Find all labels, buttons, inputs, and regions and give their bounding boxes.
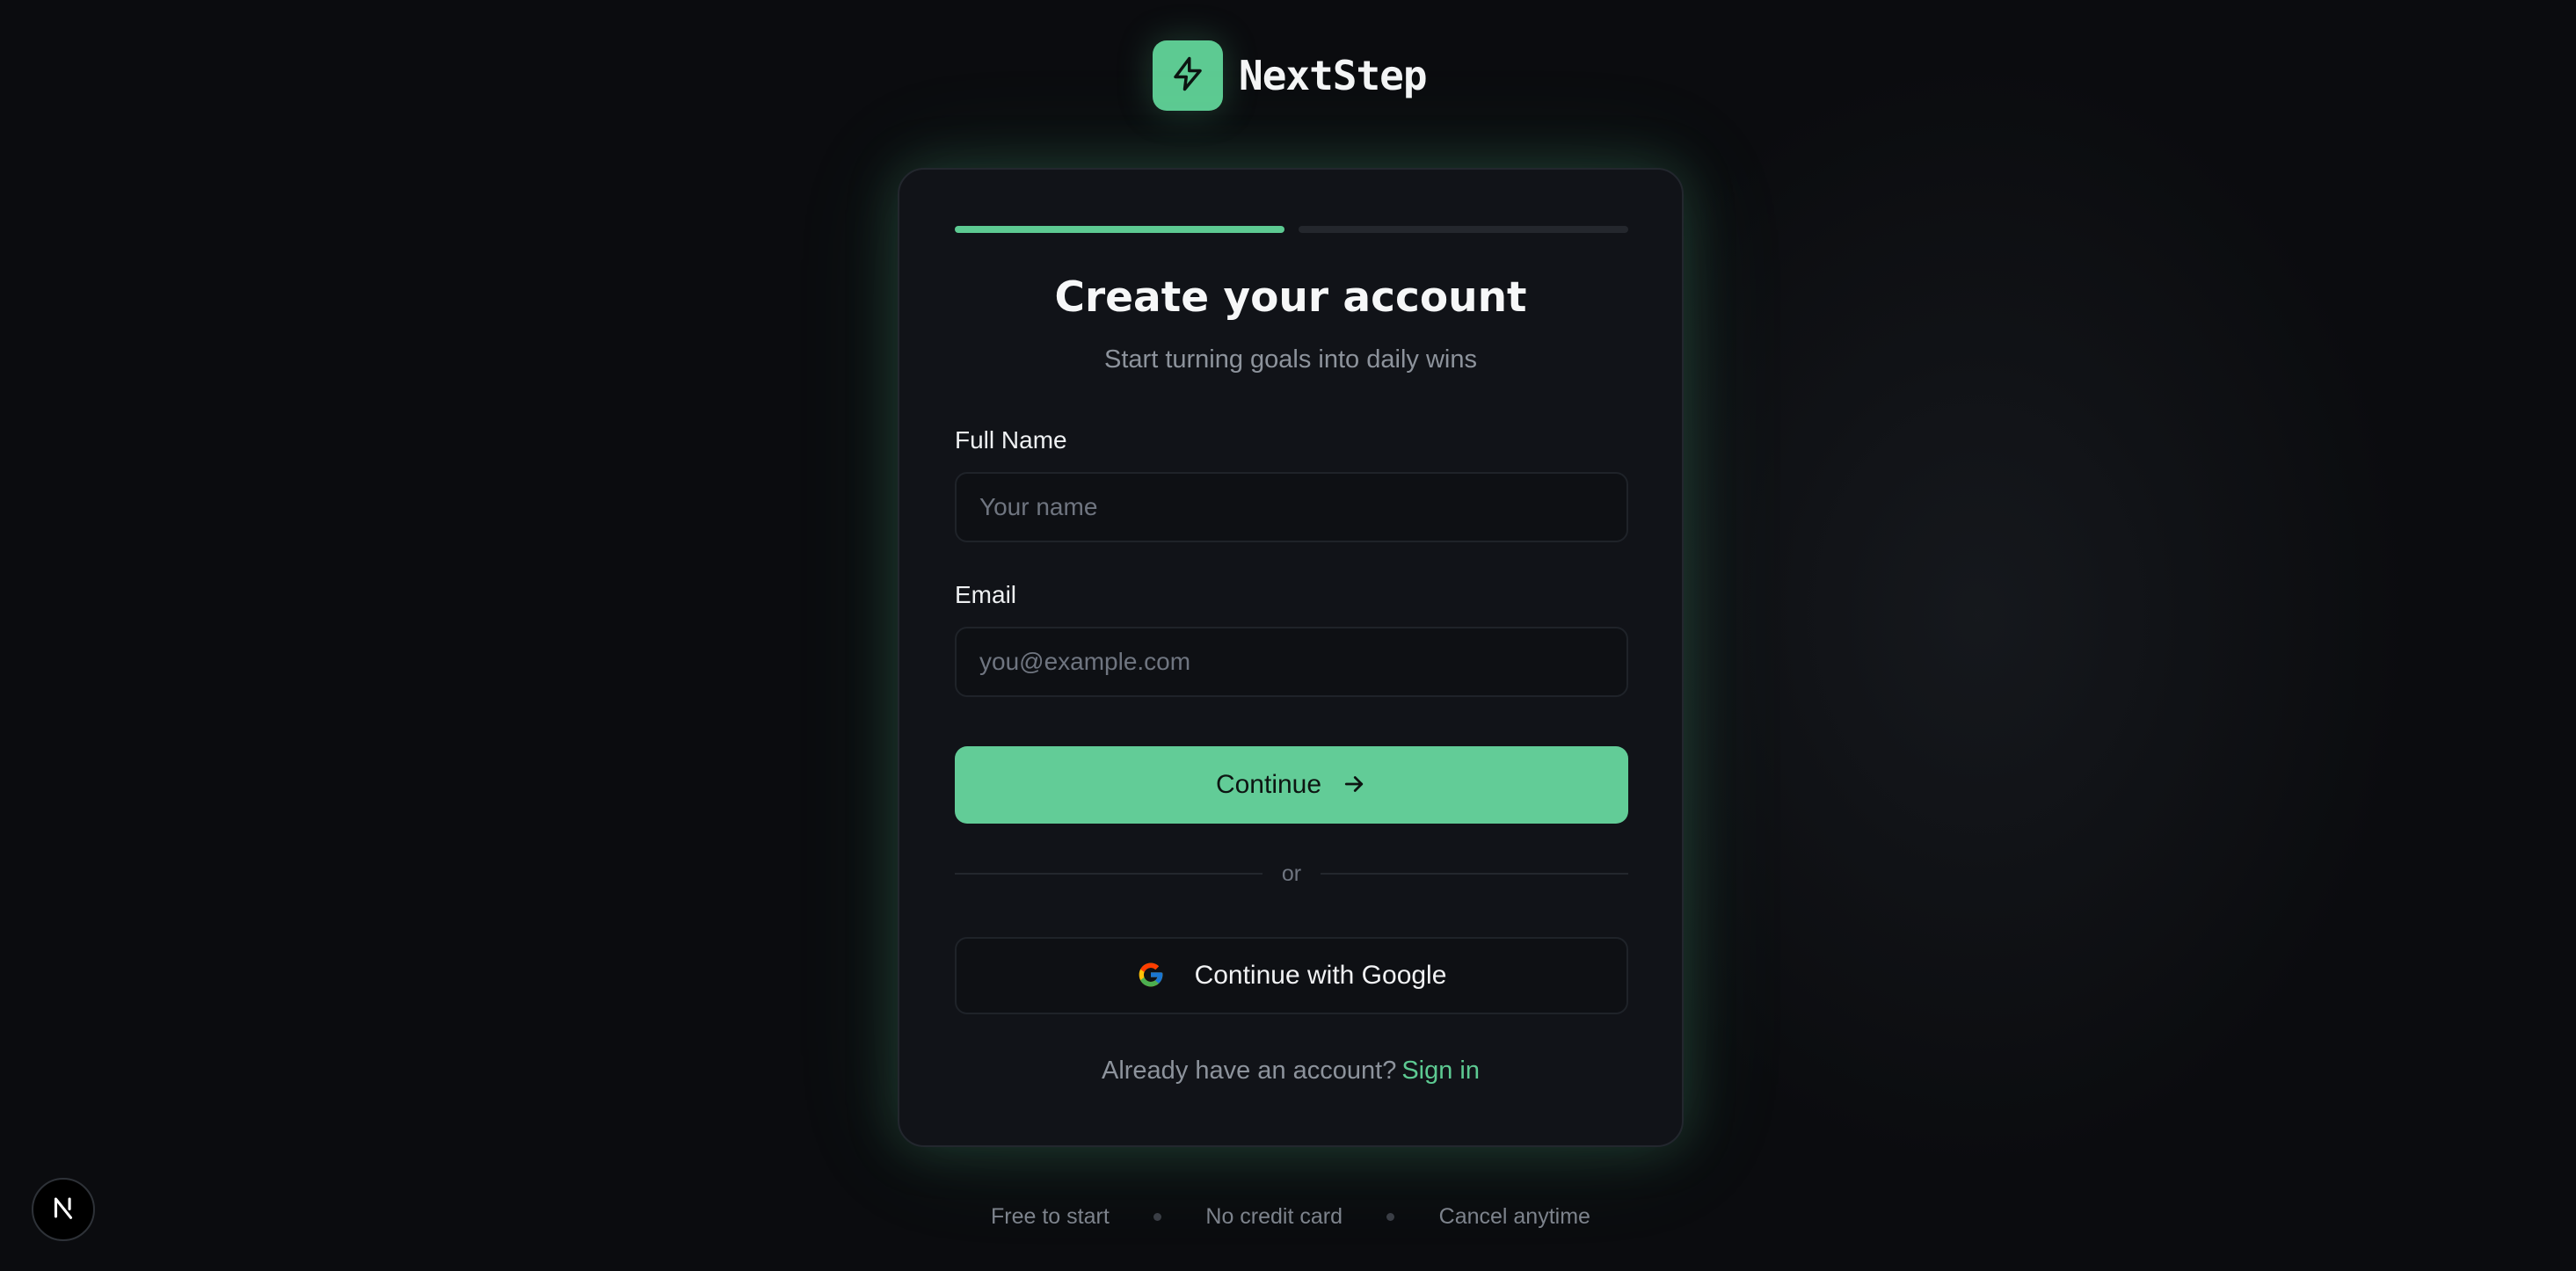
feature-footer: Free to start No credit card Cancel anyt… xyxy=(991,1204,1590,1230)
google-icon xyxy=(1137,961,1165,991)
footer-item-cancel: Cancel anytime xyxy=(1438,1204,1590,1229)
signin-prompt: Already have an account? xyxy=(1101,1057,1397,1085)
signup-card: Create your account Start turning goals … xyxy=(898,168,1684,1147)
progress-step-2 xyxy=(1299,226,1628,233)
google-signin-button[interactable]: Continue with Google xyxy=(955,937,1628,1014)
divider-text: or xyxy=(1281,861,1302,886)
page-title: Create your account xyxy=(1054,273,1527,322)
divider-line-right xyxy=(1321,873,1629,875)
page-subtitle: Start turning goals into daily wins xyxy=(1104,345,1477,374)
full-name-label: Full Name xyxy=(955,426,1067,454)
progress-step-1 xyxy=(955,226,1284,233)
brand-name: NextStep xyxy=(1239,52,1428,99)
continue-button-label: Continue xyxy=(1215,770,1322,799)
full-name-input[interactable] xyxy=(955,472,1628,542)
signin-link[interactable]: Sign in xyxy=(1401,1057,1480,1085)
brand-logo xyxy=(1153,40,1223,111)
email-label: Email xyxy=(955,581,1017,608)
footer-item-free: Free to start xyxy=(991,1204,1110,1229)
divider-line-left xyxy=(955,873,1263,875)
google-button-label: Continue with Google xyxy=(1194,961,1447,990)
arrow-right-icon xyxy=(1341,771,1367,800)
signin-row: Already have an account? Sign in xyxy=(899,1057,1682,1086)
next-logo-icon xyxy=(48,1193,78,1227)
continue-button[interactable]: Continue xyxy=(955,746,1628,824)
email-input[interactable] xyxy=(955,627,1628,697)
progress-indicator xyxy=(955,226,1628,233)
or-divider: or xyxy=(955,861,1629,887)
footer-separator-dot xyxy=(1386,1213,1395,1221)
next-dev-badge[interactable] xyxy=(32,1178,95,1241)
signup-page: NextStep Create your account Start turni… xyxy=(0,0,2576,1271)
footer-item-no-card: No credit card xyxy=(1205,1204,1343,1229)
brand-header: NextStep xyxy=(1153,40,1428,111)
footer-separator-dot xyxy=(1153,1213,1162,1221)
lightning-bolt-icon xyxy=(1169,55,1206,97)
